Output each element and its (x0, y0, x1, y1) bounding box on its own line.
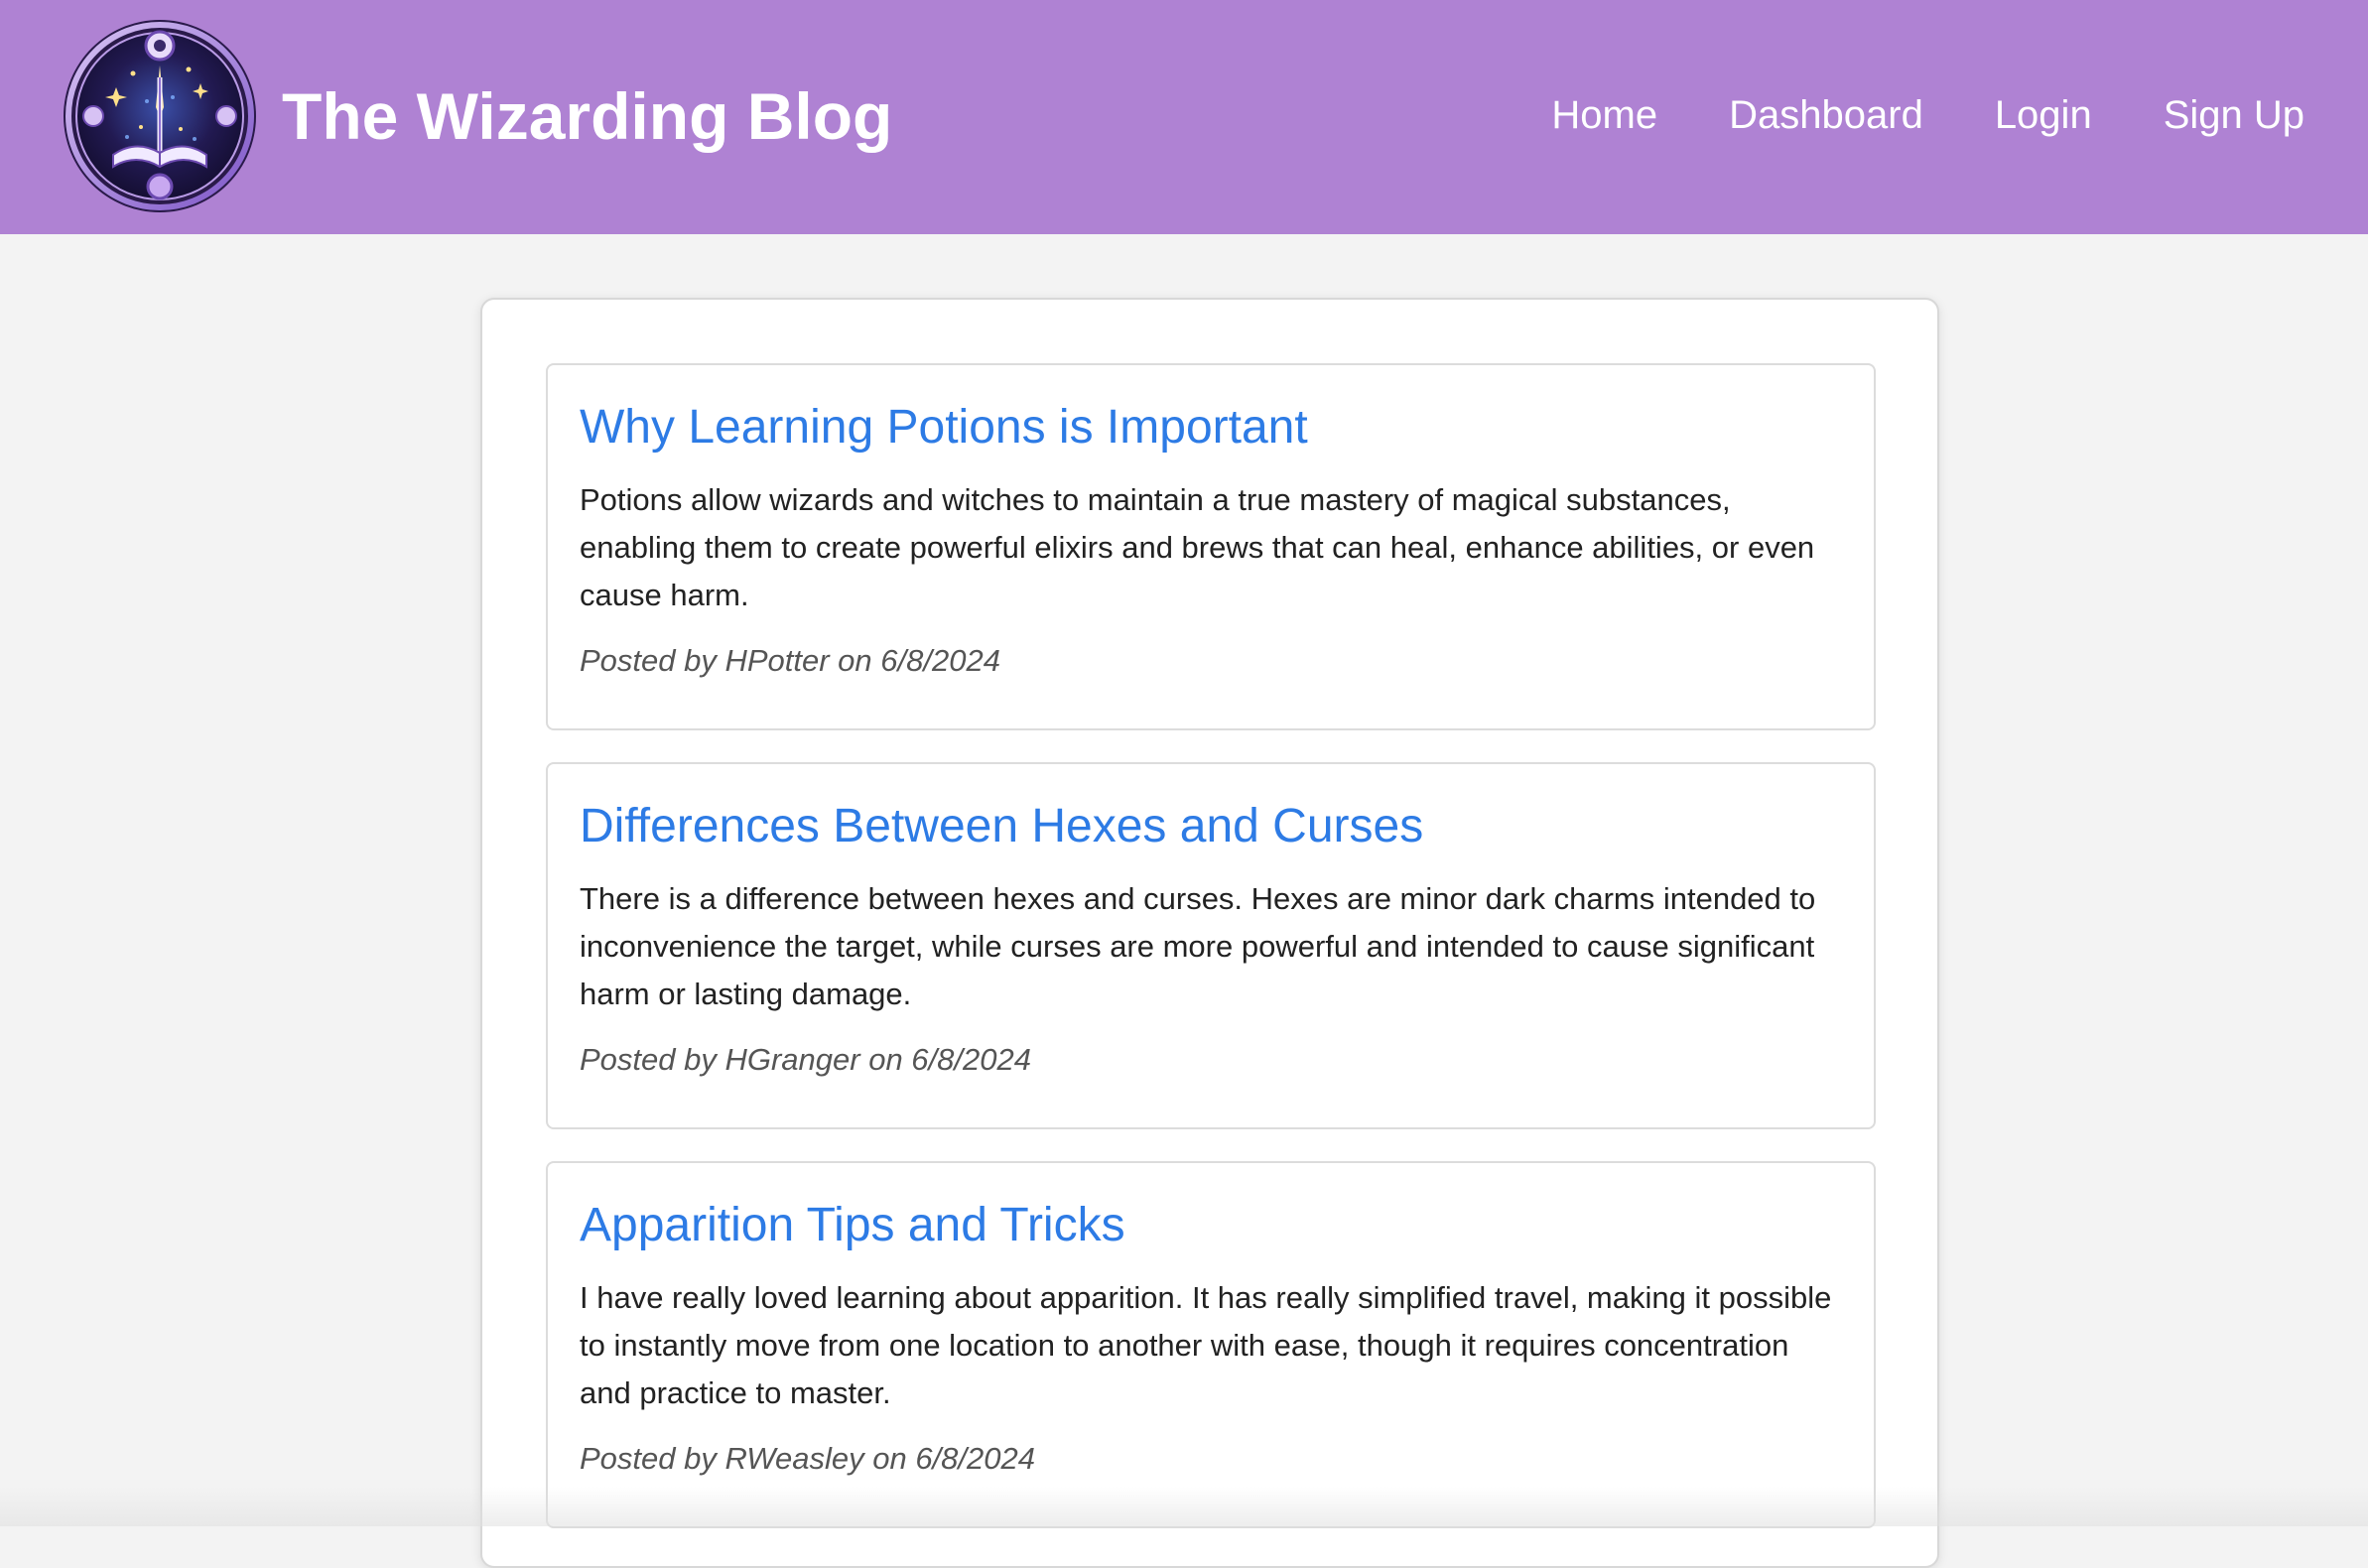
post-meta: Posted by RWeasley on 6/8/2024 (580, 1441, 1035, 1476)
post-meta: Posted by HPotter on 6/8/2024 (580, 643, 1000, 678)
post-body: I have really loved learning about appar… (580, 1280, 1832, 1410)
post-body: There is a difference between hexes and … (580, 881, 1816, 1011)
site-header: The Wizarding Blog Home Dashboard Login … (0, 0, 2368, 234)
post-title-link[interactable]: Apparition Tips and Tricks (580, 1193, 1842, 1258)
nav-home-link[interactable]: Home (1551, 85, 1657, 145)
post-card[interactable]: Apparition Tips and Tricks I have really… (546, 1161, 1876, 1528)
nav-login-link[interactable]: Login (1995, 85, 2092, 145)
post-title-link[interactable]: Why Learning Potions is Important (580, 395, 1842, 460)
post-body: Potions allow wizards and witches to mai… (580, 482, 1815, 612)
post-list: Why Learning Potions is Important Potion… (546, 363, 1876, 1560)
wizard-book-wand-icon (64, 20, 256, 212)
site-title[interactable]: The Wizarding Blog (282, 71, 892, 161)
post-card[interactable]: Differences Between Hexes and Curses The… (546, 762, 1876, 1129)
posts-container: Why Learning Potions is Important Potion… (480, 298, 1939, 1568)
main-nav: Home Dashboard Login Sign Up (1551, 85, 2304, 145)
nav-signup-link[interactable]: Sign Up (2164, 85, 2304, 145)
nav-dashboard-link[interactable]: Dashboard (1729, 85, 1923, 145)
post-card[interactable]: Why Learning Potions is Important Potion… (546, 363, 1876, 730)
post-meta: Posted by HGranger on 6/8/2024 (580, 1042, 1031, 1077)
post-title-link[interactable]: Differences Between Hexes and Curses (580, 794, 1842, 859)
site-logo[interactable] (62, 18, 258, 214)
